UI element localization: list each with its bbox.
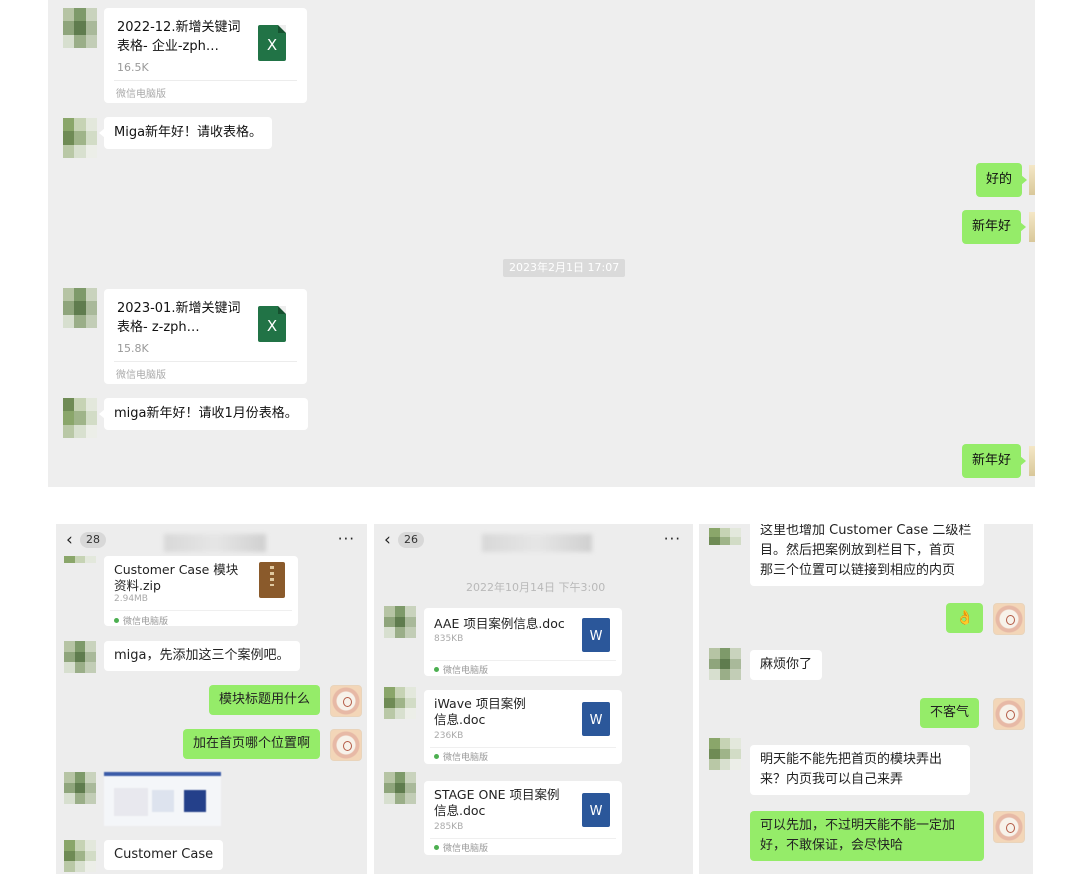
file-message-card[interactable]: STAGE ONE 项目案例 信息.doc W 285KB 微信电脑版	[424, 781, 622, 855]
self-avatar[interactable]	[993, 698, 1025, 730]
file-size: 2.94MB	[114, 594, 148, 604]
self-avatar[interactable]	[993, 811, 1025, 843]
outgoing-emoji-message: 👌	[946, 603, 984, 633]
contact-name-blurred	[482, 534, 592, 552]
back-chevron-icon[interactable]: ‹	[66, 530, 73, 550]
phone-screenshot-2: ‹ 26 ··· 2022年10月14日 下午3:00 AAE 项目案例信息.d…	[374, 524, 693, 874]
thumbnail-graphic	[152, 790, 174, 812]
file-message-card[interactable]: 2022-12.新增关键词 表格- 企业-zph… X 16.5K 微信电脑版	[104, 8, 307, 103]
self-avatar[interactable]	[1029, 212, 1035, 242]
contact-avatar[interactable]	[709, 738, 741, 770]
file-source: 微信电脑版	[434, 750, 488, 763]
contact-avatar[interactable]	[384, 772, 416, 804]
file-message-card[interactable]: iWave 项目案例 信息.doc W 236KB 微信电脑版	[424, 690, 622, 764]
contact-avatar[interactable]	[63, 8, 97, 48]
phone-screenshot-1: ‹ 28 ··· Customer Case 模块 资料.zip 2.94MB …	[56, 524, 367, 874]
outgoing-message: 不客气	[920, 698, 980, 728]
self-avatar[interactable]	[1029, 165, 1035, 195]
file-message-card[interactable]: AAE 项目案例信息.doc W 835KB 微信电脑版	[424, 608, 622, 676]
chat-timestamp: 2022年10月14日 下午3:00	[466, 581, 606, 594]
self-avatar[interactable]	[1029, 446, 1035, 476]
outgoing-message: 可以先加，不过明天能不能一定加 好，不敢保证，会尽快哈	[750, 811, 984, 861]
chat-timestamp: 2023年2月1日 17:07	[503, 259, 626, 277]
back-chevron-icon[interactable]: ‹	[384, 530, 391, 550]
file-size: 835KB	[434, 634, 464, 644]
chat-header: ‹ 26 ···	[374, 524, 693, 556]
incoming-message: Miga新年好！请收表格。	[98, 117, 273, 149]
divider	[114, 361, 297, 362]
divider	[114, 80, 297, 81]
file-name: STAGE ONE 项目案例 信息.doc	[434, 787, 560, 818]
file-source: 微信电脑版	[434, 841, 488, 854]
contact-avatar[interactable]	[64, 641, 96, 673]
outgoing-message: 模块标题用什么	[209, 685, 321, 715]
file-name: Customer Case 模块 资料.zip	[114, 562, 239, 593]
file-source: 微信电脑版	[116, 89, 166, 100]
more-options-icon[interactable]: ···	[664, 530, 681, 548]
contact-avatar[interactable]	[64, 556, 96, 576]
contact-avatar[interactable]	[384, 687, 416, 719]
contact-avatar[interactable]	[709, 648, 741, 680]
file-source: 微信电脑版	[116, 370, 166, 381]
divider	[430, 838, 616, 839]
outgoing-message: 好的	[976, 163, 1028, 197]
file-message-card[interactable]: 2023-01.新增关键词 表格- z-zph… X 15.8K 微信电脑版	[104, 289, 307, 384]
unread-count-badge: 28	[80, 532, 106, 548]
outgoing-message: 新年好	[962, 444, 1027, 478]
contact-avatar[interactable]	[63, 118, 97, 158]
zip-file-icon	[259, 562, 285, 598]
chat-header: ‹ 28 ···	[56, 524, 367, 556]
word-file-icon: W	[582, 793, 610, 827]
file-size: 236KB	[434, 731, 464, 741]
contact-avatar[interactable]	[384, 606, 416, 638]
word-file-icon: W	[582, 702, 610, 736]
file-size: 285KB	[434, 822, 464, 832]
divider	[110, 610, 292, 611]
file-source: 微信电脑版	[114, 614, 168, 627]
divider	[430, 747, 616, 748]
thumbnail-graphic	[114, 788, 148, 816]
unread-count-badge: 26	[398, 532, 424, 548]
contact-name-blurred	[164, 534, 266, 552]
outgoing-message: 新年好	[962, 210, 1027, 244]
self-avatar[interactable]	[993, 603, 1025, 635]
contact-avatar[interactable]	[64, 840, 96, 872]
phone-screenshot-3: 这里也增加 Customer Case 二级栏 目。然后把案例放到栏目下，首页 …	[699, 524, 1033, 874]
word-file-icon: W	[582, 618, 610, 652]
file-message-card[interactable]: Customer Case 模块 资料.zip 2.94MB 微信电脑版	[104, 556, 298, 627]
top-chat-panel: 2022-12.新增关键词 表格- 企业-zph… X 16.5K 微信电脑版 …	[48, 0, 1035, 487]
contact-avatar[interactable]	[64, 772, 96, 804]
divider	[430, 660, 616, 661]
file-name: 2022-12.新增关键词 表格- 企业-zph…	[117, 20, 241, 54]
outgoing-message: 加在首页哪个位置啊	[183, 729, 321, 759]
file-size: 15.8K	[117, 342, 149, 355]
incoming-message: 麻烦你了	[750, 650, 823, 680]
self-avatar[interactable]	[330, 685, 362, 717]
file-size: 16.5K	[117, 61, 149, 74]
incoming-message: Customer Case	[104, 840, 224, 870]
file-name: iWave 项目案例 信息.doc	[434, 696, 526, 727]
self-avatar[interactable]	[330, 729, 362, 761]
contact-avatar[interactable]	[63, 398, 97, 438]
excel-file-icon: X	[258, 306, 286, 342]
incoming-message: 这里也增加 Customer Case 二级栏 目。然后把案例放到栏目下，首页 …	[750, 524, 984, 586]
incoming-message: miga，先添加这三个案例吧。	[104, 641, 300, 671]
incoming-message: miga新年好！请收1月份表格。	[99, 398, 308, 430]
thumbnail-graphic	[184, 790, 206, 812]
contact-avatar[interactable]	[709, 528, 741, 554]
image-message-thumbnail[interactable]	[104, 772, 221, 826]
more-options-icon[interactable]: ···	[338, 530, 355, 548]
contact-avatar[interactable]	[63, 288, 97, 328]
file-name: 2023-01.新增关键词 表格- z-zph…	[117, 301, 241, 335]
excel-file-icon: X	[258, 25, 286, 61]
file-name: AAE 项目案例信息.doc	[434, 616, 565, 631]
file-source: 微信电脑版	[434, 663, 488, 676]
incoming-message: 明天能不能先把首页的模块弄出 来？内页我可以自己来弄	[750, 745, 970, 795]
